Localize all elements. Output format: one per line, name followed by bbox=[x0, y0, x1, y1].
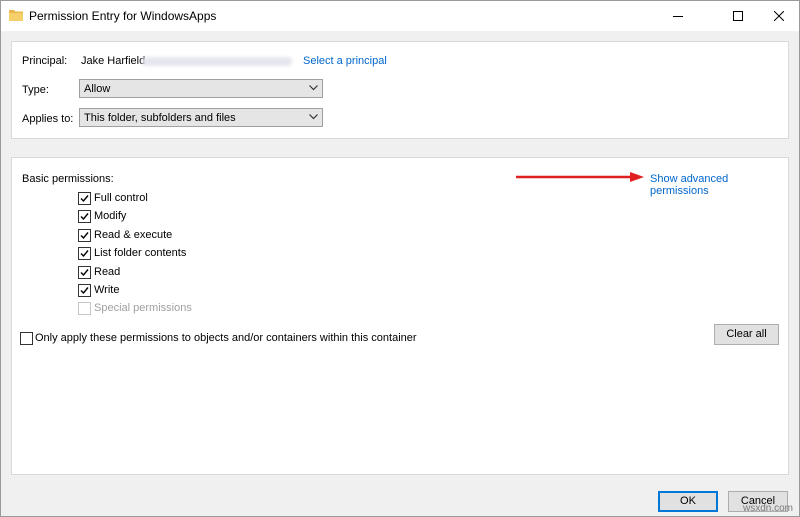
only-apply-label: Only apply these permissions to objects … bbox=[35, 332, 417, 344]
principal-name: Jake Harfield bbox=[81, 55, 146, 67]
permission-checkbox[interactable] bbox=[78, 210, 91, 224]
annotation-arrow-icon bbox=[516, 172, 644, 182]
applies-to-value: This folder, subfolders and files bbox=[84, 112, 236, 124]
permission-checkbox[interactable] bbox=[78, 228, 91, 242]
permission-label: Special permissions bbox=[94, 302, 192, 315]
window-title: Permission Entry for WindowsApps bbox=[29, 9, 217, 23]
maximize-button[interactable] bbox=[718, 1, 758, 31]
checkmark-icon bbox=[80, 250, 89, 258]
select-principal-link[interactable]: Select a principal bbox=[303, 55, 387, 67]
minimize-button[interactable] bbox=[658, 1, 698, 31]
show-advanced-permissions-link[interactable]: Show advanced permissions bbox=[650, 173, 788, 197]
minimize-icon bbox=[673, 16, 683, 17]
only-apply-checkbox[interactable] bbox=[20, 332, 33, 345]
ok-button[interactable]: OK bbox=[658, 491, 718, 512]
clear-all-button[interactable]: Clear all bbox=[714, 324, 779, 345]
maximize-icon bbox=[733, 11, 743, 21]
checkmark-icon bbox=[80, 268, 89, 276]
watermark: wsxdn.com bbox=[742, 503, 793, 514]
permission-label: Full control bbox=[94, 192, 148, 204]
chevron-down-icon bbox=[309, 114, 318, 120]
blurred-email bbox=[142, 57, 292, 66]
permission-label: List folder contents bbox=[94, 247, 187, 260]
basic-permissions-heading: Basic permissions: bbox=[22, 173, 114, 185]
permissions-panel: Basic permissions: Show advanced permiss… bbox=[11, 157, 789, 475]
permission-checkbox bbox=[78, 302, 91, 316]
checkmark-icon bbox=[80, 287, 89, 295]
type-value: Allow bbox=[84, 83, 111, 95]
checkmark-icon bbox=[80, 231, 89, 239]
permission-checkbox[interactable] bbox=[78, 284, 91, 297]
checkmark-icon bbox=[80, 195, 89, 203]
close-icon bbox=[774, 11, 784, 21]
permission-checkbox[interactable] bbox=[78, 265, 91, 279]
permission-label: Read & execute bbox=[94, 228, 173, 241]
folder-icon bbox=[9, 9, 23, 21]
principal-label: Principal: bbox=[22, 55, 68, 67]
type-label: Type: bbox=[22, 84, 49, 96]
chevron-down-icon bbox=[309, 85, 318, 91]
close-button[interactable] bbox=[759, 1, 799, 31]
permission-checkbox[interactable] bbox=[78, 192, 91, 205]
applies-to-label: Applies to: bbox=[22, 113, 74, 125]
permission-entry-dialog: Permission Entry for WindowsApps Princip… bbox=[0, 0, 800, 517]
permission-label: Modify bbox=[94, 210, 127, 223]
title-bar: Permission Entry for WindowsApps bbox=[1, 1, 799, 31]
permission-label: Write bbox=[94, 284, 120, 296]
applies-to-select[interactable]: This folder, subfolders and files bbox=[79, 108, 323, 127]
permission-checkbox[interactable] bbox=[78, 247, 91, 261]
type-select[interactable]: Allow bbox=[79, 79, 323, 98]
permission-label: Read bbox=[94, 265, 121, 278]
principal-panel: Principal: Jake Harfield Select a princi… bbox=[11, 41, 789, 139]
checkmark-icon bbox=[80, 213, 89, 221]
